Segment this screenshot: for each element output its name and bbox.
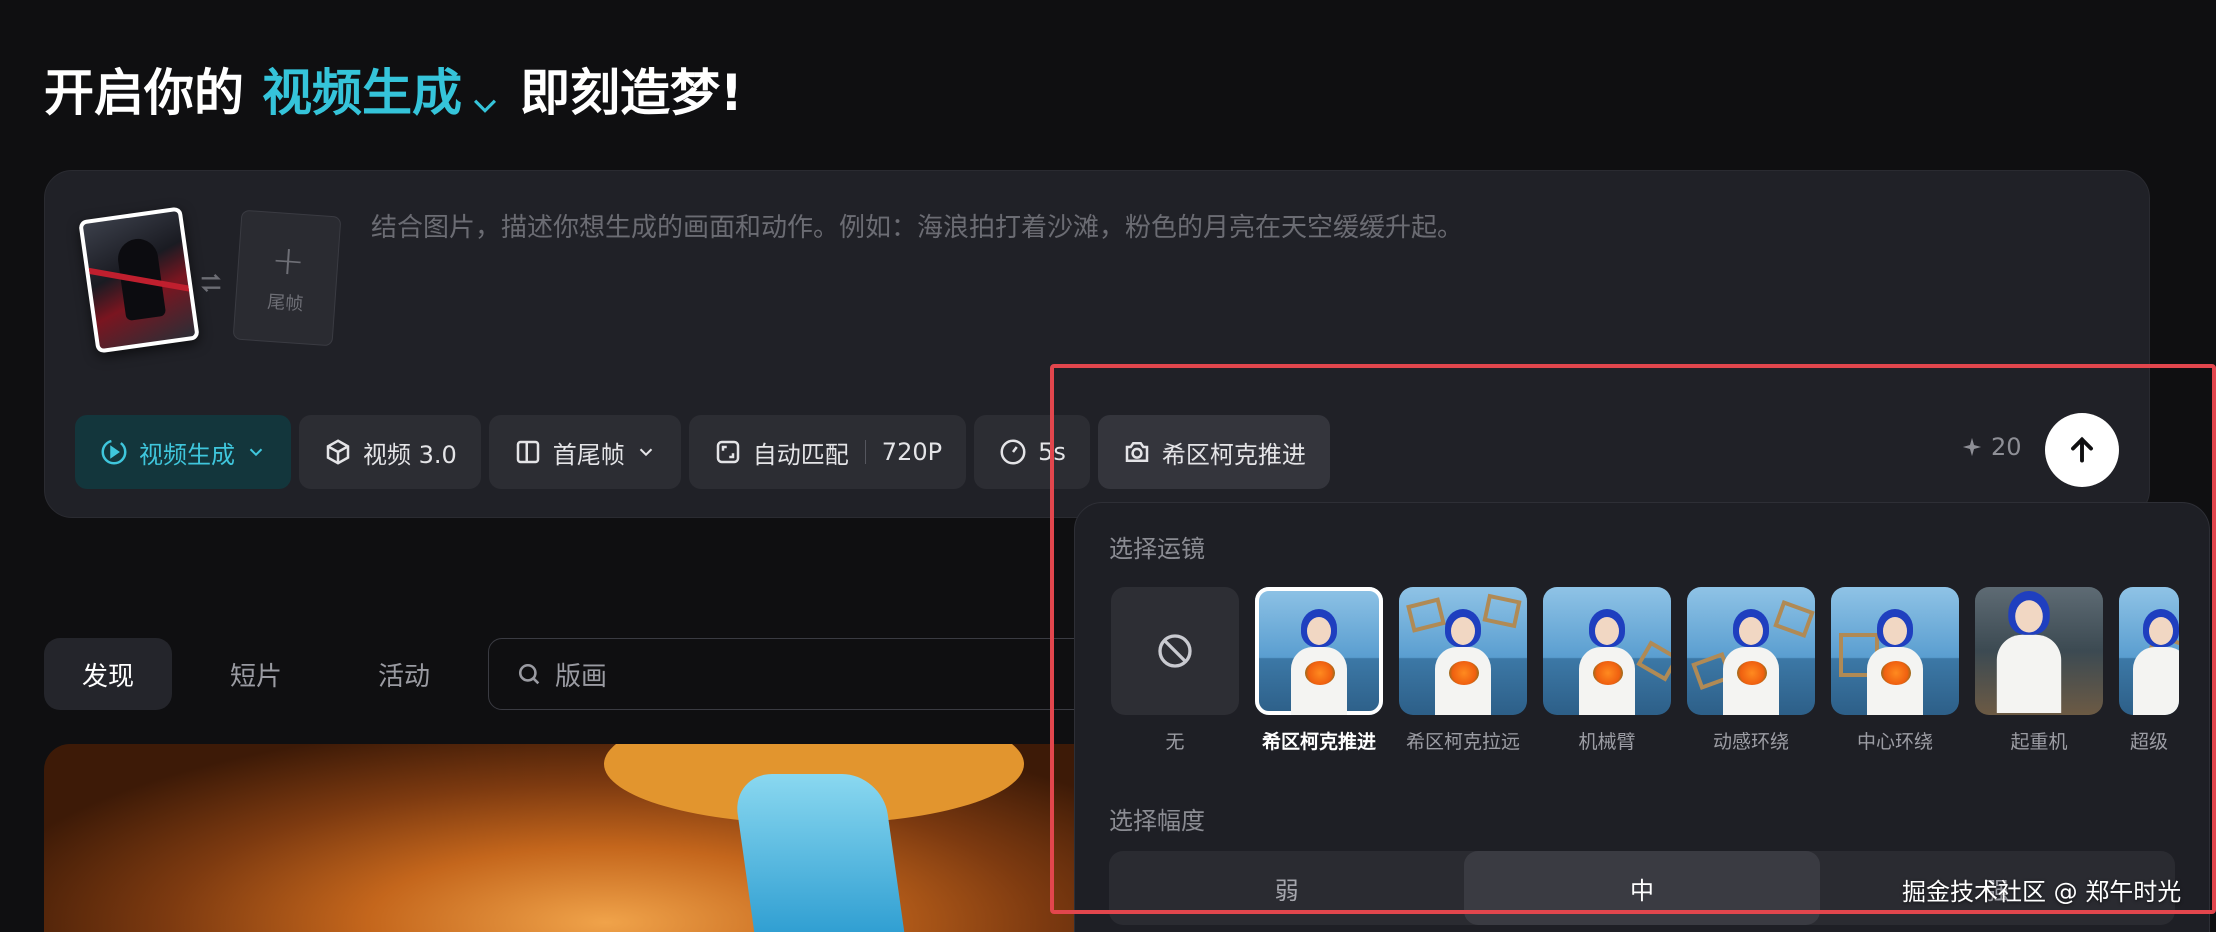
resolution-label: 720P <box>881 438 943 466</box>
first-frame-thumbnail[interactable] <box>78 206 200 354</box>
preview-figure <box>1435 609 1491 715</box>
video-play-icon <box>101 439 127 465</box>
camera-option-label: 机械臂 <box>1578 731 1636 753</box>
camera-option-crane[interactable]: 起重机 <box>1975 587 2103 754</box>
preview-figure <box>1996 591 2062 713</box>
chip-divider <box>864 440 866 464</box>
camera-option-thumb <box>1255 587 1383 715</box>
camera-option-hitchcock-push[interactable]: 希区柯克推进 <box>1255 587 1383 754</box>
feed-banner-image[interactable] <box>44 744 1124 932</box>
camera-option-super[interactable]: 超级 <box>2119 587 2179 754</box>
mode-chip-label: 视频生成 <box>139 440 235 469</box>
end-frame-upload[interactable]: + 尾帧 <box>232 209 342 347</box>
tab-shorts[interactable]: 短片 <box>192 638 320 710</box>
camera-options: 无 希区柯克推进 希区柯克拉远 机械臂 动感环绕 中心环绕 起重机 超级 <box>1111 587 2179 754</box>
camera-option-none[interactable]: 无 <box>1111 587 1239 754</box>
plus-icon: + <box>269 236 307 286</box>
amplitude-weak[interactable]: 弱 <box>1109 851 1464 925</box>
camera-option-label: 动感环绕 <box>1712 731 1789 753</box>
camera-move-icon <box>1125 442 1149 462</box>
tab-events[interactable]: 活动 <box>340 638 468 710</box>
amplitude-title: 选择幅度 <box>1109 807 1205 835</box>
chevron-down-icon[interactable] <box>468 76 502 113</box>
camera-chip[interactable]: 希区柯克推进 <box>1097 415 1330 489</box>
camera-option-robot-arm[interactable]: 机械臂 <box>1543 587 1671 754</box>
model-chip[interactable]: 视频 3.0 <box>299 415 481 489</box>
chevron-down-icon <box>249 448 263 457</box>
send-button[interactable] <box>2045 413 2119 487</box>
search-icon <box>518 663 540 685</box>
swap-icon[interactable] <box>197 269 225 297</box>
duration-chip-label: 5s <box>1038 438 1066 466</box>
camera-option-label: 无 <box>1165 731 1185 753</box>
model-chip-label: 视频 3.0 <box>363 440 457 469</box>
page-headline: 开启你的 视频生成 即刻造梦! <box>44 54 743 124</box>
frame-decoration <box>1636 640 1671 682</box>
camera-option-thumb <box>1687 587 1815 715</box>
ratio-chip[interactable]: 自动匹配 720P <box>688 415 967 489</box>
toolbar: 视频生成 视频 3.0 首尾帧 自动匹配 720P 5s 希区柯克推进 <box>75 415 1330 489</box>
amplitude-medium[interactable]: 中 <box>1464 851 1820 925</box>
headline-prefix: 开启你的 <box>44 64 244 122</box>
camera-option-hitchcock-pull[interactable]: 希区柯克拉远 <box>1399 587 1527 754</box>
watermark: 掘金技术社区 @ 郑午时光 <box>1902 878 2182 906</box>
search-input[interactable]: 版画 <box>488 638 1108 710</box>
prompt-input[interactable]: 结合图片，描述你想生成的画面和动作。例如：海浪拍打着沙滩，粉色的月亮在天空缓缓升… <box>371 207 1463 244</box>
headline-suffix: 即刻造梦! <box>520 64 743 122</box>
frames-chip-label: 首尾帧 <box>552 440 625 469</box>
camera-chip-label: 希区柯克推进 <box>1161 440 1306 469</box>
camera-panel-title: 选择运镜 <box>1109 535 1205 563</box>
composer-card: + 尾帧 结合图片，描述你想生成的画面和动作。例如：海浪拍打着沙滩，粉色的月亮在… <box>44 170 2150 518</box>
credits-indicator: 20 <box>1961 433 2022 461</box>
camera-option-label: 希区柯克推进 <box>1261 731 1376 753</box>
sparkle-icon <box>1962 437 1982 457</box>
camera-option-center-orbit[interactable]: 中心环绕 <box>1831 587 1959 754</box>
camera-option-thumb <box>1399 587 1527 715</box>
tab-discover[interactable]: 发现 <box>44 638 173 710</box>
camera-option-thumb <box>1543 587 1671 715</box>
camera-option-thumb <box>1831 587 1959 715</box>
mode-chip[interactable]: 视频生成 <box>75 415 291 489</box>
aspect-ratio-icon <box>716 440 740 464</box>
camera-option-label: 超级 <box>2129 731 2168 753</box>
preview-figure <box>1723 609 1779 715</box>
camera-option-thumb <box>2119 587 2179 715</box>
camera-option-thumb <box>1111 587 1239 715</box>
frames-chip[interactable]: 首尾帧 <box>488 415 681 489</box>
feed-tabs: 发现 短片 活动 <box>44 638 468 710</box>
camera-option-label: 希区柯克拉远 <box>1405 731 1520 753</box>
camera-option-label: 起重机 <box>2010 731 2068 753</box>
camera-option-thumb <box>1975 587 2103 715</box>
preview-figure <box>1579 609 1635 715</box>
frame-decoration <box>1773 600 1815 638</box>
chevron-down-icon <box>639 448 653 457</box>
mode-selector[interactable]: 视频生成 <box>262 53 462 125</box>
search-value: 版画 <box>555 661 608 692</box>
ban-icon <box>1158 634 1192 668</box>
ratio-chip-label: 自动匹配 <box>752 440 849 469</box>
arrow-up-icon <box>2071 436 2093 463</box>
clock-icon <box>1000 439 1026 465</box>
duration-chip[interactable]: 5s <box>974 415 1090 489</box>
credits-value: 20 <box>1991 433 2022 461</box>
preview-figure <box>2133 609 2179 715</box>
end-frame-label: 尾帧 <box>266 291 304 316</box>
camera-move-panel: 选择运镜 无 希区柯克推进 希区柯克拉远 机械臂 动感环绕 中心环绕 起重机 超… <box>1074 502 2210 932</box>
preview-figure <box>1291 609 1347 715</box>
banner-sky <box>732 774 906 932</box>
cube-icon <box>326 439 350 465</box>
preview-figure <box>1867 609 1923 715</box>
camera-option-label: 中心环绕 <box>1856 731 1933 753</box>
camera-option-dynamic-orbit[interactable]: 动感环绕 <box>1687 587 1815 754</box>
split-frame-icon <box>516 440 540 464</box>
